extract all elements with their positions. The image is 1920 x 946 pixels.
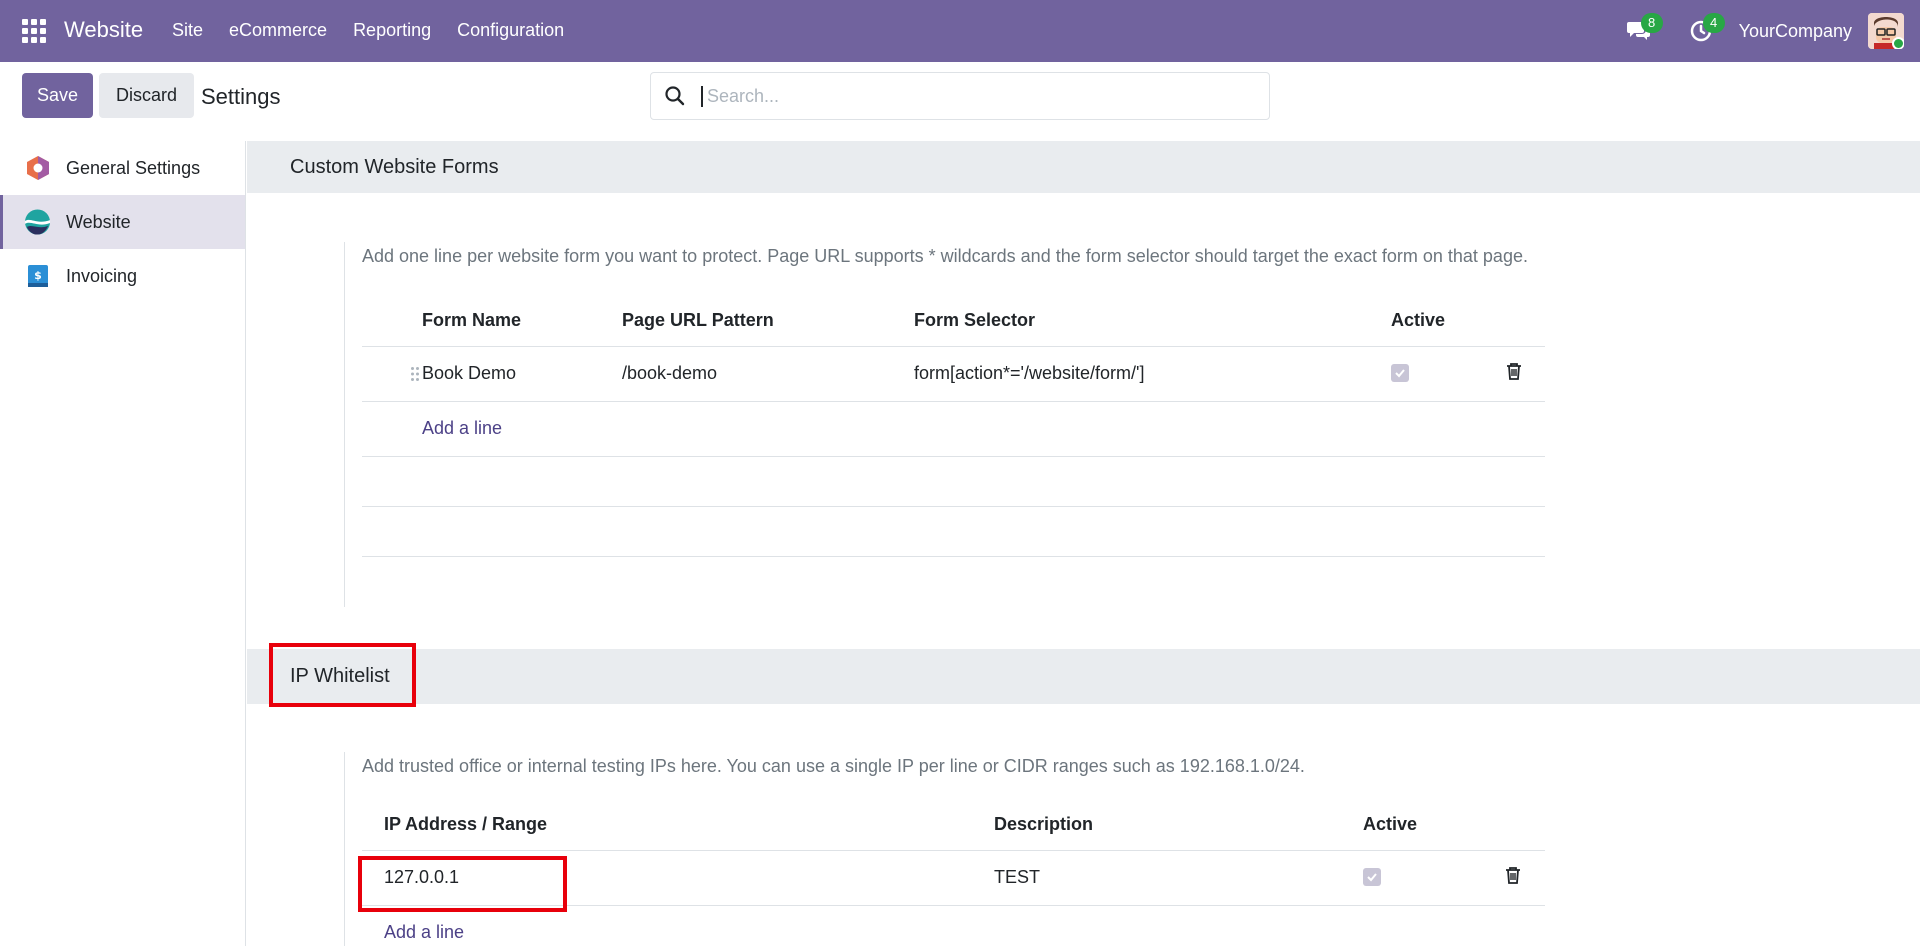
column-header-page-url[interactable]: Page URL Pattern — [622, 296, 914, 346]
messages-count-badge: 8 — [1640, 13, 1663, 33]
apps-menu-icon[interactable] — [22, 19, 46, 43]
sidebar-item-label: Invoicing — [66, 265, 138, 286]
save-button[interactable]: Save — [22, 73, 93, 118]
app-brand[interactable]: Website — [64, 17, 143, 43]
ip-whitelist-title: IP Whitelist — [290, 665, 390, 687]
top-navbar: Website Site eCommerce Reporting Configu… — [0, 0, 1920, 62]
ip-address-cell[interactable]: 127.0.0.1 — [384, 849, 994, 905]
settings-search — [650, 72, 1270, 120]
empty-row — [362, 455, 1545, 506]
add-line-link[interactable]: Add a line — [422, 418, 502, 438]
sidebar-item-label: Website — [66, 211, 131, 232]
add-line-link[interactable]: Add a line — [384, 922, 464, 942]
drag-column-header — [362, 296, 422, 346]
table-row[interactable]: 127.0.0.1 TEST — [362, 849, 1545, 905]
forms-setting-box: Add one line per website form you want t… — [344, 242, 1545, 607]
form-name-cell[interactable]: Book Demo — [422, 345, 622, 401]
svg-text:$: $ — [34, 269, 42, 282]
nav-item-ecommerce[interactable]: eCommerce — [229, 20, 327, 41]
ip-setting-box: Add trusted office or internal testing I… — [344, 752, 1545, 946]
discard-button[interactable]: Discard — [99, 73, 194, 118]
description-cell[interactable]: TEST — [994, 849, 1363, 905]
settings-content: Custom Website Forms Add one line per we… — [247, 141, 1920, 946]
general-settings-icon — [24, 155, 51, 182]
sidebar-item-label: General Settings — [66, 157, 201, 178]
user-avatar[interactable] — [1868, 13, 1904, 49]
ip-help-text: Add trusted office or internal testing I… — [362, 756, 1305, 776]
column-header-form-name[interactable]: Form Name — [422, 296, 622, 346]
nav-item-reporting[interactable]: Reporting — [353, 20, 431, 41]
check-icon — [1367, 873, 1377, 882]
sidebar-item-invoicing[interactable]: $ Invoicing — [0, 249, 245, 303]
add-line-row: Add a line — [362, 400, 1545, 456]
ip-table: IP Address / Range Description Active 12… — [362, 800, 1545, 946]
column-header-form-selector[interactable]: Form Selector — [914, 296, 1391, 346]
activities-button[interactable]: 4 — [1681, 11, 1725, 51]
drag-handle-icon[interactable] — [410, 366, 420, 382]
check-icon — [1395, 369, 1405, 378]
nav-item-site[interactable]: Site — [172, 20, 203, 41]
column-header-description[interactable]: Description — [994, 800, 1363, 850]
forms-help-text: Add one line per website form you want t… — [362, 246, 1528, 266]
active-checkbox[interactable] — [1391, 364, 1409, 382]
website-app-icon — [24, 209, 51, 236]
trash-icon[interactable] — [1504, 865, 1522, 885]
navbar-systray: 8 4 YourCompany — [1619, 0, 1920, 62]
page-title: Settings — [201, 84, 281, 109]
forms-table: Form Name Page URL Pattern Form Selector… — [362, 296, 1545, 557]
add-line-row: Add a line — [362, 904, 1545, 946]
search-input[interactable] — [701, 85, 1201, 107]
empty-row — [362, 505, 1545, 556]
column-header-ip-address[interactable]: IP Address / Range — [384, 800, 994, 850]
activities-count-badge: 4 — [1702, 13, 1725, 33]
settings-sidebar: General Settings Website $ Invoicing — [0, 141, 246, 946]
online-status-dot — [1892, 37, 1904, 49]
table-end-border — [362, 555, 1545, 557]
nav-item-configuration[interactable]: Configuration — [457, 20, 564, 41]
page-url-cell[interactable]: /book-demo — [622, 345, 914, 401]
delete-column-header — [1505, 296, 1545, 346]
nav-menu: Site eCommerce Reporting Configuration — [172, 20, 590, 41]
search-icon — [665, 86, 685, 106]
section-ip-whitelist: IP Whitelist — [247, 649, 1920, 704]
trash-icon[interactable] — [1505, 361, 1523, 381]
form-selector-cell[interactable]: form[action*='/website/form/'] — [914, 345, 1391, 401]
column-header-active[interactable]: Active — [1363, 800, 1504, 850]
section-custom-website-forms: Custom Website Forms — [247, 141, 1920, 193]
invoicing-app-icon: $ — [24, 263, 51, 290]
sidebar-item-general-settings[interactable]: General Settings — [0, 141, 245, 195]
company-switcher[interactable]: YourCompany — [1739, 21, 1852, 42]
messages-button[interactable]: 8 — [1619, 11, 1663, 51]
sidebar-item-website[interactable]: Website — [0, 195, 245, 249]
active-checkbox[interactable] — [1363, 868, 1381, 886]
column-header-active[interactable]: Active — [1391, 296, 1505, 346]
table-row[interactable]: Book Demo /book-demo form[action*='/webs… — [362, 345, 1545, 401]
